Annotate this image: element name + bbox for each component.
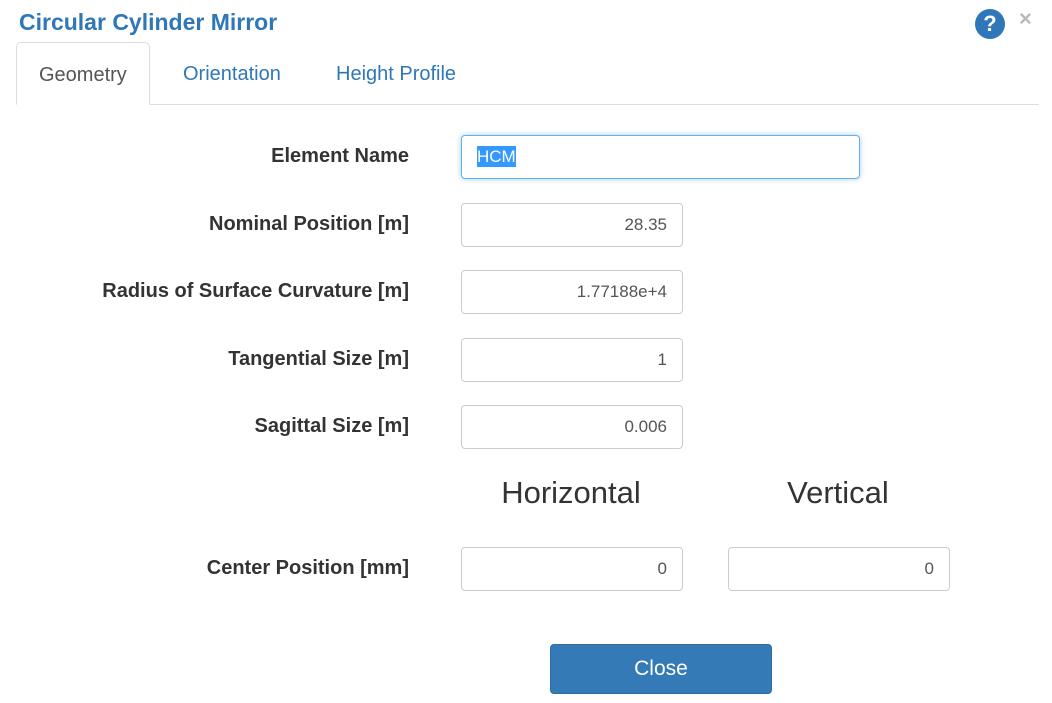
tab-bar: Geometry Orientation Height Profile — [16, 42, 1039, 105]
tangential-size-input[interactable]: 1 — [461, 338, 683, 382]
help-icon[interactable]: ? — [974, 8, 1006, 40]
tab-orientation[interactable]: Orientation — [161, 42, 303, 104]
help-glyph: ? — [983, 11, 996, 36]
close-button[interactable]: Close — [550, 644, 772, 694]
sagittal-size-input[interactable]: 0.006 — [461, 405, 683, 449]
element-name-input[interactable]: HCM — [461, 135, 860, 179]
horizontal-column-header: Horizontal — [501, 475, 641, 510]
nominal-position-label: Nominal Position [m] — [209, 213, 409, 235]
element-name-label: Element Name — [271, 145, 409, 167]
close-icon[interactable]: × — [1019, 6, 1032, 32]
vertical-column-header: Vertical — [787, 475, 889, 510]
nominal-position-input[interactable]: 28.35 — [461, 203, 683, 247]
tab-geometry[interactable]: Geometry — [16, 42, 150, 105]
radius-curvature-label: Radius of Surface Curvature [m] — [102, 280, 409, 302]
sagittal-size-label: Sagittal Size [m] — [254, 415, 409, 437]
dialog-title: Circular Cylinder Mirror — [19, 9, 278, 35]
center-position-vertical-input[interactable]: 0 — [728, 547, 950, 591]
radius-curvature-input[interactable]: 1.77188e+4 — [461, 270, 683, 314]
center-position-horizontal-input[interactable]: 0 — [461, 547, 683, 591]
center-position-label: Center Position [mm] — [206, 557, 409, 579]
tab-height-profile[interactable]: Height Profile — [314, 42, 478, 104]
tangential-size-label: Tangential Size [m] — [228, 348, 409, 370]
element-name-value: HCM — [477, 146, 516, 167]
